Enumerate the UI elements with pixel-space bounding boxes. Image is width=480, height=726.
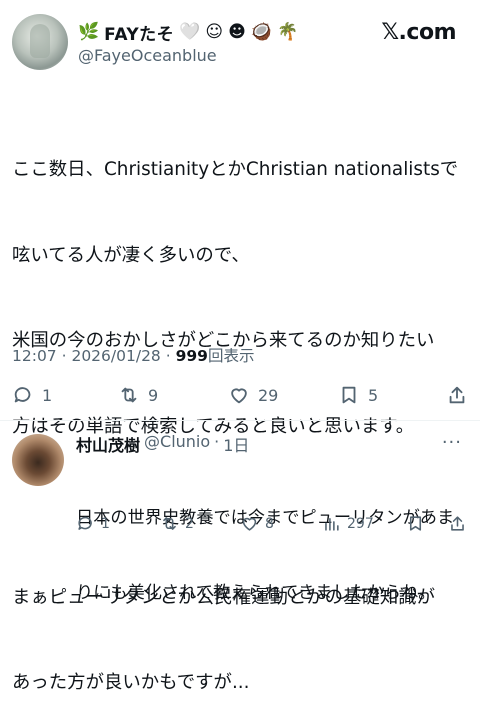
reply-author-handle[interactable]: @Clunio — [144, 432, 210, 456]
author-name-row[interactable]: 🌿 FAYたそ 🤍 ☺ ☻ 🥥 🌴 — [78, 20, 299, 45]
white-heart-emoji: 🤍 — [179, 22, 201, 42]
reply-text: 日本の世界史教養では今までピューリタンがあま りにも美化されて教えられてきました… — [76, 456, 468, 631]
reply-view-count: 297 — [347, 515, 374, 532]
tweet-line: ここ数日、ChristianityとかChristian nationalist… — [12, 159, 459, 180]
tweet-date[interactable]: 2026/01/28 — [71, 347, 160, 365]
meta-separator: · — [160, 347, 176, 365]
reply-share-button[interactable] — [448, 514, 467, 533]
smile-emoji: ☺ — [205, 22, 224, 42]
reply-repost-count: 2 — [185, 515, 194, 532]
display-name[interactable]: FAYたそ — [104, 20, 174, 45]
reply-age[interactable]: 1日 — [223, 432, 249, 456]
share-icon — [451, 516, 464, 531]
divider — [0, 420, 480, 421]
bookmark-count: 5 — [368, 385, 379, 405]
reply-icon — [14, 387, 31, 403]
reply-header: 村山茂樹 @Clunio · 1日 — [76, 432, 250, 456]
repost-button[interactable]: 9 — [118, 384, 158, 406]
repost-icon — [163, 517, 176, 530]
like-count: 29 — [258, 385, 279, 405]
tweet-meta: 12:07 · 2026/01/28 · 999回表示 — [12, 344, 254, 366]
heart-icon — [231, 388, 247, 404]
smile-dark-emoji: ☻ — [228, 22, 246, 42]
like-button[interactable]: 29 — [228, 384, 278, 406]
repost-count: 9 — [148, 385, 159, 405]
views-chart-icon — [325, 517, 339, 531]
reply-button[interactable]: 1 — [12, 384, 52, 406]
author-avatar[interactable] — [12, 14, 68, 70]
tweet-line: あった方が良いかもですが... — [12, 672, 250, 693]
view-count: 999 — [175, 347, 208, 365]
author-handle[interactable]: @FayeOceanblue — [78, 46, 217, 65]
x-com-watermark: 𝕏.com — [381, 20, 456, 45]
reply-views-button[interactable]: 297 — [322, 514, 374, 533]
share-button[interactable] — [446, 384, 468, 406]
tweet-line: 呟いてる人が凄く多いので、 — [12, 244, 250, 266]
tweet-time[interactable]: 12:07 — [12, 347, 57, 365]
reply-author-name[interactable]: 村山茂樹 — [76, 432, 140, 456]
meta-separator: · — [56, 347, 72, 365]
view-label: 回表示 — [207, 347, 255, 365]
bookmark-icon — [342, 386, 356, 404]
more-options-icon[interactable]: ··· — [442, 432, 462, 453]
repost-icon — [121, 387, 137, 403]
tweet-text: ここ数日、ChristianityとかChristian nationalist… — [12, 99, 474, 726]
reply-like-count: 8 — [265, 515, 274, 532]
reply-reply-count: 1 — [101, 515, 110, 532]
plant-emoji: 🌿 — [78, 22, 100, 42]
reply-line: りにも美化されて教えられてきましたからね。 — [76, 583, 436, 603]
reply-count: 1 — [42, 385, 53, 405]
reply-bookmark-button[interactable] — [406, 514, 425, 533]
bookmark-icon — [409, 516, 422, 531]
palm-tree-emoji: 🌴 — [277, 22, 299, 42]
reply-repost-button[interactable]: 2 — [160, 514, 194, 533]
reply-reply-button[interactable]: 1 — [76, 514, 110, 533]
reply-author-avatar[interactable] — [12, 434, 64, 486]
heart-icon — [242, 517, 257, 531]
reply-like-button[interactable]: 8 — [240, 514, 274, 533]
coconut-emoji: 🥥 — [250, 22, 272, 42]
bookmark-button[interactable]: 5 — [338, 384, 378, 406]
reply-icon — [78, 516, 92, 530]
share-icon — [449, 386, 465, 404]
